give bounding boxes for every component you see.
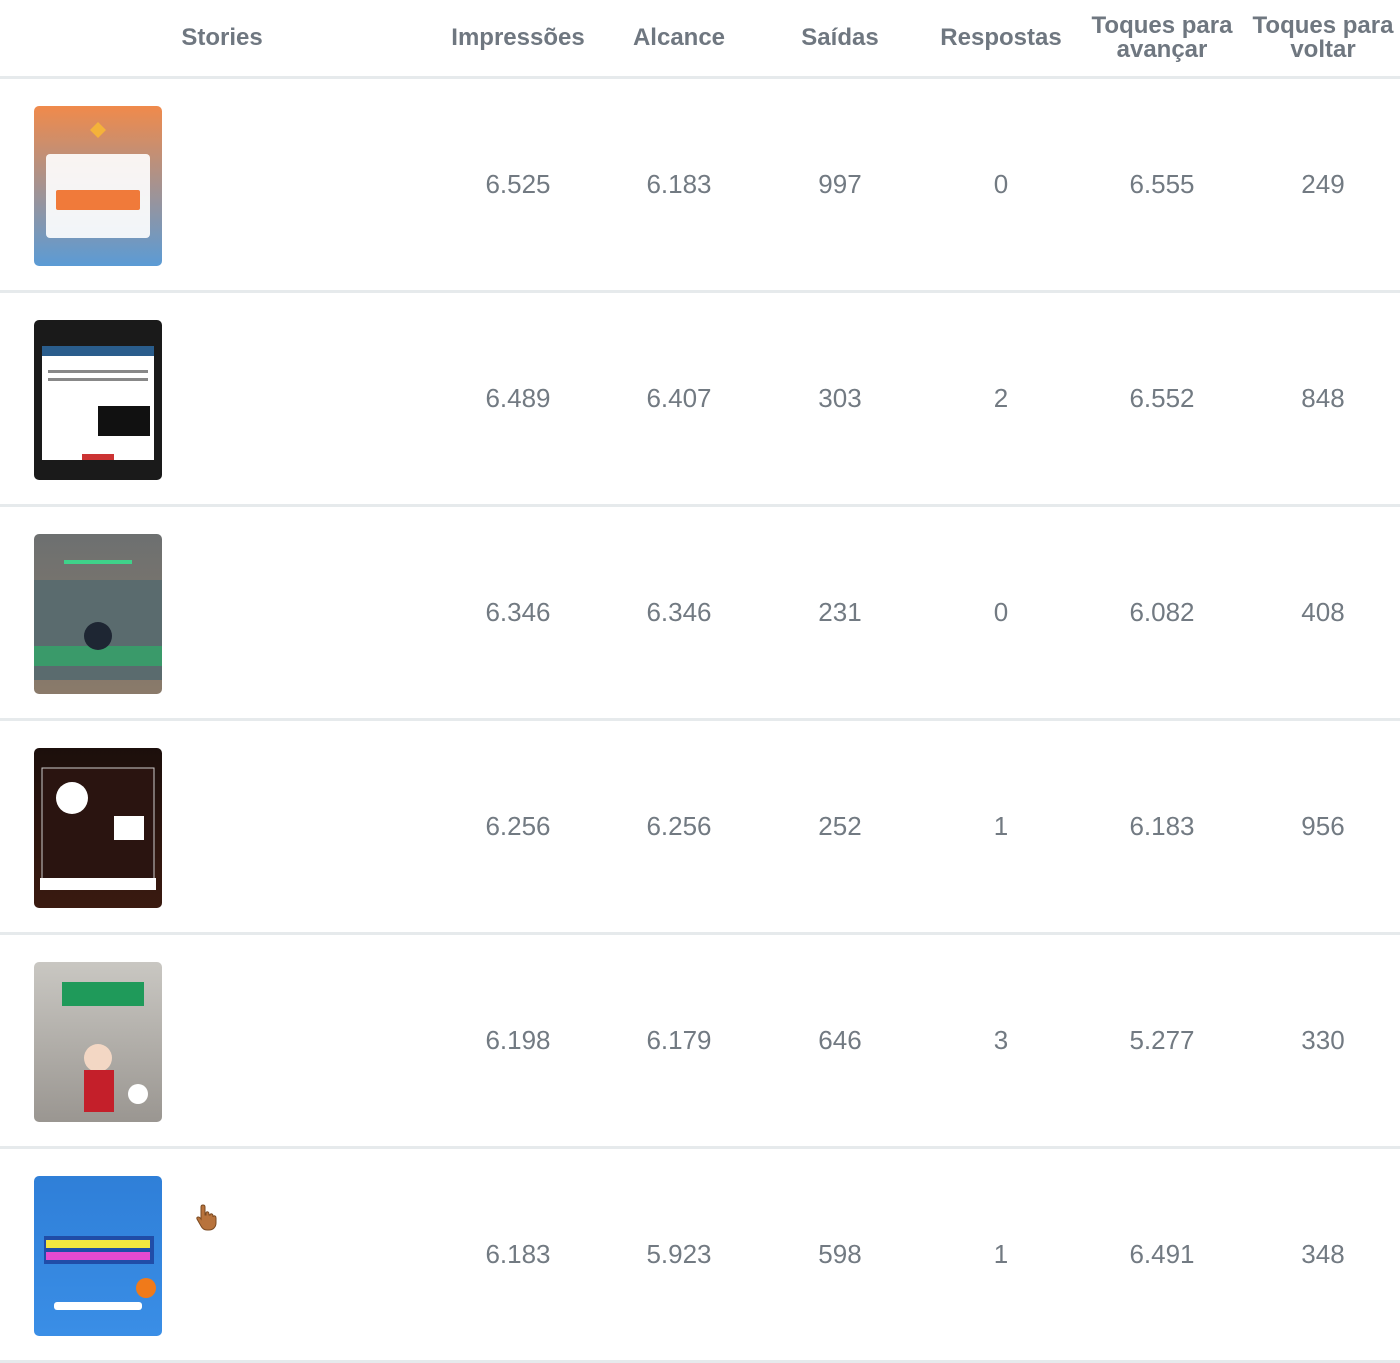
alcance-cell: 6.346	[646, 597, 712, 627]
toques-avancar-cell: 6.491	[1129, 1239, 1195, 1269]
story-thumbnail-image	[34, 962, 162, 1122]
table-row[interactable]: 6.198 6.179 646 3 5.277 330	[0, 935, 1400, 1149]
column-header-alcance[interactable]: Alcance	[598, 0, 760, 76]
column-header-toques-voltar[interactable]: Toques para voltar	[1242, 0, 1400, 76]
toques-avancar-cell: 6.552	[1129, 383, 1195, 413]
alcance-cell: 6.256	[646, 811, 712, 841]
story-thumbnail-image	[34, 106, 162, 266]
alcance-cell: 6.407	[646, 383, 712, 413]
toques-voltar-cell: 249	[1301, 169, 1345, 199]
toques-voltar-cell: 848	[1301, 383, 1345, 413]
table-row[interactable]: 6.256 6.256 252 1 6.183 956	[0, 721, 1400, 935]
saidas-cell: 303	[818, 383, 862, 413]
story-thumbnail[interactable]	[34, 748, 162, 908]
story-thumbnail[interactable]	[34, 534, 162, 694]
table-row[interactable]: 6.183 5.923 598 1 6.491 348	[0, 1149, 1400, 1363]
toques-avancar-cell: 6.082	[1129, 597, 1195, 627]
story-thumbnail-image	[34, 320, 162, 480]
impressoes-cell: 6.198	[485, 1025, 551, 1055]
column-header-respostas[interactable]: Respostas	[920, 0, 1082, 76]
story-thumbnail[interactable]	[34, 1176, 162, 1336]
column-header-toques-avancar[interactable]: Toques para avançar	[1081, 0, 1243, 76]
table-row[interactable]: 6.489 6.407 303 2 6.552 848	[0, 293, 1400, 507]
alcance-cell: 6.183	[646, 169, 712, 199]
column-header-impressoes[interactable]: Impressões	[437, 0, 599, 76]
toques-avancar-cell: 6.183	[1129, 811, 1195, 841]
story-thumbnail[interactable]	[34, 320, 162, 480]
story-thumbnail-image	[34, 748, 162, 908]
story-thumbnail-image	[34, 534, 162, 694]
saidas-cell: 646	[818, 1025, 862, 1055]
impressoes-cell: 6.256	[485, 811, 551, 841]
table-row[interactable]: 6.525 6.183 997 0 6.555 249	[0, 79, 1400, 293]
table-header: Stories Impressões Alcance Saídas Respos…	[0, 0, 1400, 79]
saidas-cell: 997	[818, 169, 862, 199]
alcance-cell: 5.923	[646, 1239, 712, 1269]
impressoes-cell: 6.489	[485, 383, 551, 413]
impressoes-cell: 6.183	[485, 1239, 551, 1269]
toques-avancar-cell: 5.277	[1129, 1025, 1195, 1055]
stories-metrics-table: Stories Impressões Alcance Saídas Respos…	[0, 0, 1400, 1363]
saidas-cell: 598	[818, 1239, 862, 1269]
respostas-cell: 3	[993, 1025, 1009, 1055]
table-row[interactable]: 6.346 6.346 231 0 6.082 408	[0, 507, 1400, 721]
respostas-cell: 1	[993, 811, 1009, 841]
column-header-stories[interactable]: Stories	[140, 0, 304, 76]
table-body: 6.525 6.183 997 0 6.555 249 6.489 6.407 303 2 6.55…	[0, 79, 1400, 1363]
story-thumbnail[interactable]	[34, 962, 162, 1122]
story-thumbnail-image	[34, 1176, 162, 1336]
impressoes-cell: 6.525	[485, 169, 551, 199]
hand-pointer-icon	[194, 1203, 218, 1231]
saidas-cell: 231	[818, 597, 862, 627]
toques-voltar-cell: 956	[1301, 811, 1345, 841]
alcance-cell: 6.179	[646, 1025, 712, 1055]
respostas-cell: 2	[993, 383, 1009, 413]
story-thumbnail[interactable]	[34, 106, 162, 266]
respostas-cell: 0	[993, 597, 1009, 627]
toques-voltar-cell: 330	[1301, 1025, 1345, 1055]
respostas-cell: 1	[993, 1239, 1009, 1269]
toques-voltar-cell: 348	[1301, 1239, 1345, 1269]
saidas-cell: 252	[818, 811, 862, 841]
column-header-saidas[interactable]: Saídas	[759, 0, 921, 76]
toques-avancar-cell: 6.555	[1129, 169, 1195, 199]
toques-voltar-cell: 408	[1301, 597, 1345, 627]
impressoes-cell: 6.346	[485, 597, 551, 627]
respostas-cell: 0	[993, 169, 1009, 199]
